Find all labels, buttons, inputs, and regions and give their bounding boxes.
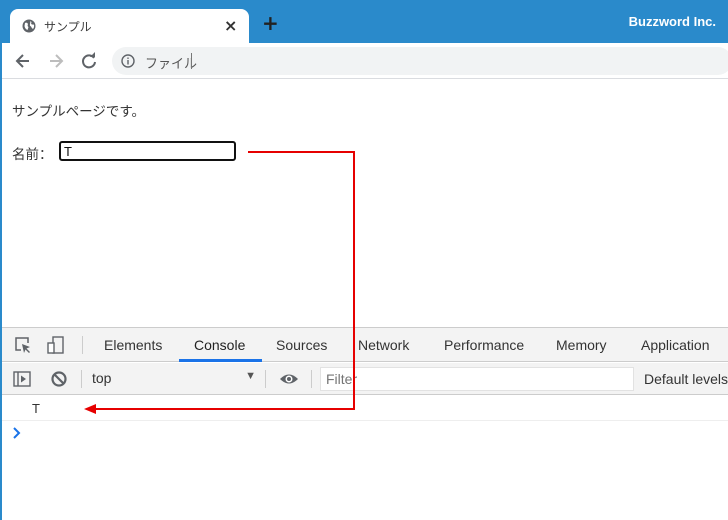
filter-input[interactable] [320, 367, 634, 391]
console-toolbar: top ▼ Default levels [2, 363, 728, 395]
tab-performance[interactable]: Performance [444, 337, 524, 353]
title-bar: サンプル × + Buzzword Inc. [0, 0, 728, 43]
clear-console-icon[interactable] [50, 370, 68, 388]
log-message: T [32, 401, 40, 416]
globe-icon [22, 19, 36, 33]
address-divider [191, 53, 192, 69]
separator [265, 370, 266, 388]
tab-title: サンプル [44, 20, 92, 34]
tab-network[interactable]: Network [358, 337, 409, 353]
chevron-right-icon [13, 427, 21, 439]
info-icon[interactable] [121, 54, 135, 68]
close-tab-icon[interactable]: × [224, 16, 237, 35]
tab-sources[interactable]: Sources [276, 337, 327, 353]
address-text: ファイル [145, 57, 198, 72]
tab-console[interactable]: Console [194, 337, 245, 353]
active-tab-indicator [179, 359, 262, 362]
reload-icon[interactable] [79, 51, 99, 71]
inspect-element-icon[interactable] [14, 336, 32, 354]
separator [82, 336, 83, 354]
log-levels-dropdown[interactable]: Default levels [644, 371, 728, 387]
tab-memory[interactable]: Memory [556, 337, 607, 353]
arrow-right-icon[interactable] [46, 51, 66, 71]
devtools-panel: Elements Console Sources Network Perform… [2, 327, 728, 520]
live-expression-icon[interactable] [279, 370, 299, 388]
brand-label: Buzzword Inc. [628, 14, 716, 29]
tab-elements[interactable]: Elements [104, 337, 162, 353]
arrow-left-icon[interactable] [13, 51, 33, 71]
browser-window: サンプル × + Buzzword Inc. ファイル サンプルページです。 名… [0, 0, 728, 520]
dropdown-arrow-icon: ▼ [245, 370, 256, 382]
tab-application[interactable]: Application [641, 337, 710, 353]
separator [311, 370, 312, 388]
devtools-tabbar: Elements Console Sources Network Perform… [2, 328, 728, 362]
browser-toolbar: ファイル [2, 43, 728, 79]
device-toolbar-icon[interactable] [47, 336, 65, 354]
address-bar[interactable]: ファイル [112, 47, 728, 75]
browser-tab[interactable]: サンプル × [10, 9, 249, 43]
console-log-row: T [2, 396, 728, 421]
context-value: top [92, 370, 112, 386]
name-label: 名前： [12, 147, 53, 163]
separator [81, 370, 82, 388]
page-text: サンプルページです。 [12, 104, 145, 120]
context-selector[interactable]: top ▼ [92, 370, 256, 388]
new-tab-button[interactable]: + [262, 13, 279, 33]
show-sidebar-icon[interactable] [13, 370, 31, 388]
name-input[interactable] [59, 141, 236, 161]
